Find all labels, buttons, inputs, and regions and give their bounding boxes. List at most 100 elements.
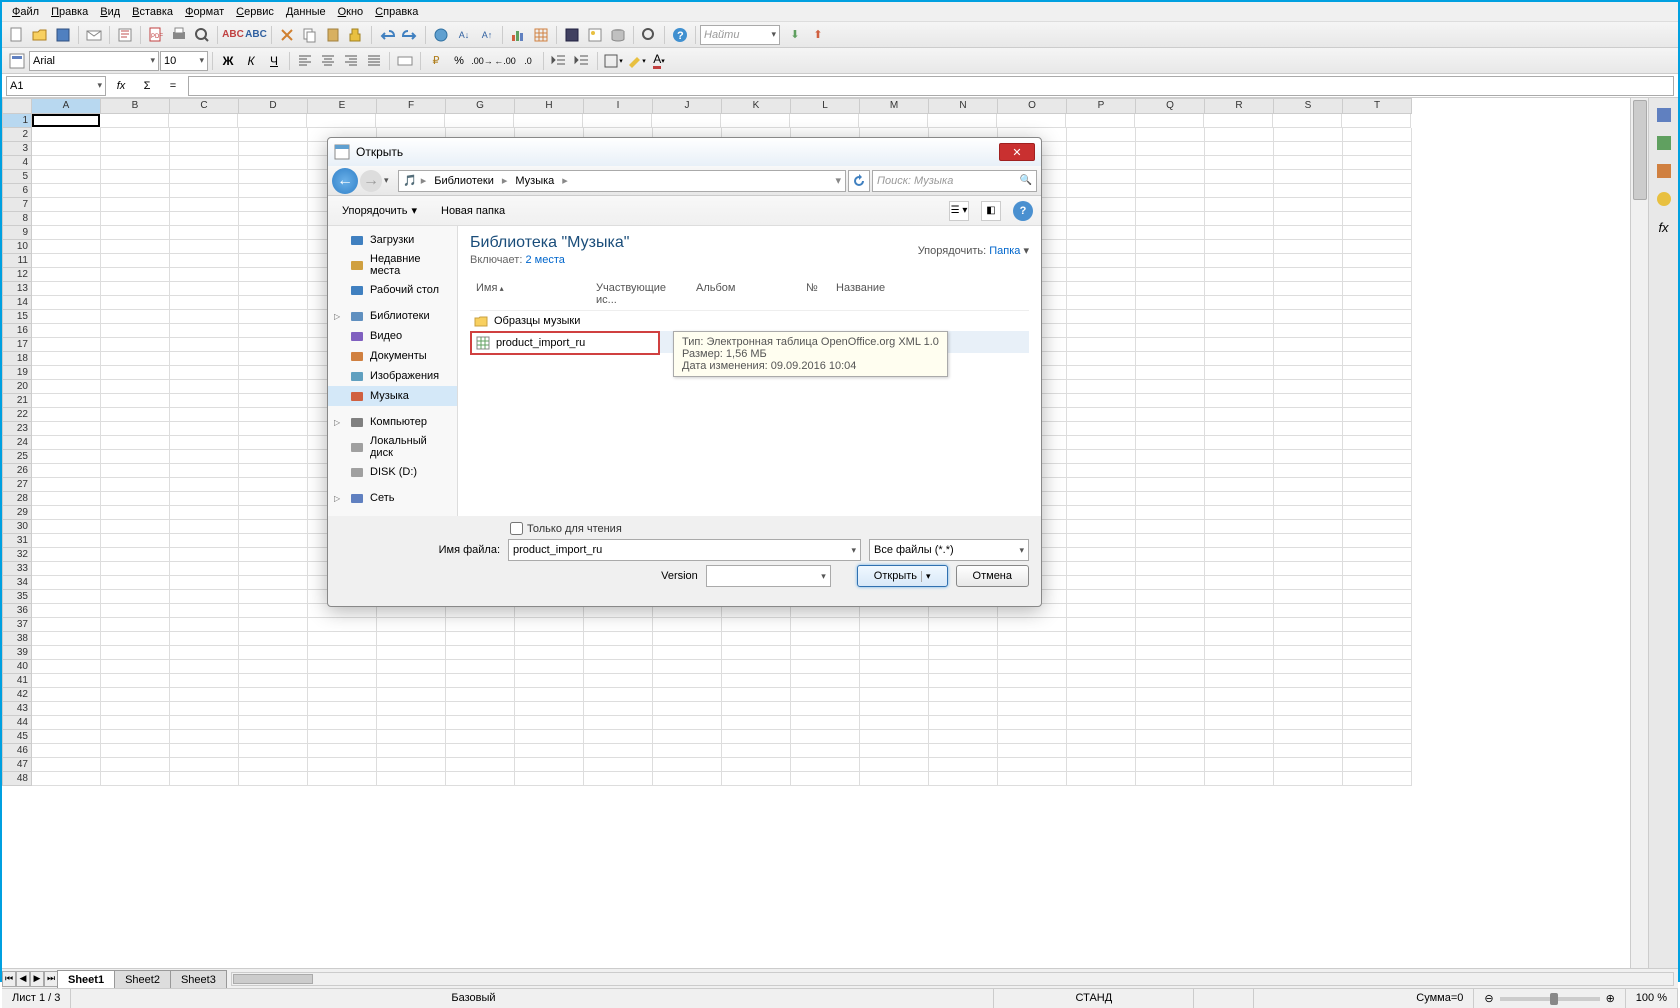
cell[interactable]	[1136, 744, 1205, 758]
cell[interactable]	[101, 590, 170, 604]
cell[interactable]	[32, 268, 101, 282]
cell[interactable]	[170, 688, 239, 702]
cell[interactable]	[584, 688, 653, 702]
cell[interactable]	[1274, 758, 1343, 772]
cell[interactable]	[101, 688, 170, 702]
cell[interactable]	[32, 436, 101, 450]
cell[interactable]	[1067, 240, 1136, 254]
cell[interactable]	[32, 716, 101, 730]
cell[interactable]	[1067, 730, 1136, 744]
cell[interactable]	[1343, 716, 1412, 730]
cell[interactable]	[515, 646, 584, 660]
cell[interactable]	[239, 492, 308, 506]
cell[interactable]	[1274, 632, 1343, 646]
sidebar-item[interactable]: Локальный диск	[328, 432, 457, 462]
cell[interactable]	[101, 212, 170, 226]
cell[interactable]	[101, 422, 170, 436]
menu-insert[interactable]: Вставка	[126, 4, 179, 19]
cell[interactable]	[32, 730, 101, 744]
cell[interactable]	[1343, 366, 1412, 380]
cell[interactable]	[791, 772, 860, 786]
cell[interactable]	[791, 702, 860, 716]
column-header[interactable]: L	[791, 98, 860, 114]
cell[interactable]	[1205, 394, 1274, 408]
cell[interactable]	[101, 660, 170, 674]
cell[interactable]	[170, 506, 239, 520]
sidebar-item[interactable]: DISK (D:)	[328, 462, 457, 482]
cell[interactable]	[1136, 170, 1205, 184]
nav-forward-button[interactable]: →	[360, 170, 382, 192]
cell[interactable]	[32, 142, 101, 156]
cell[interactable]	[1343, 660, 1412, 674]
cell[interactable]	[1067, 380, 1136, 394]
cell[interactable]	[722, 772, 791, 786]
cell[interactable]	[239, 184, 308, 198]
column-header[interactable]: G	[446, 98, 515, 114]
cell[interactable]	[791, 646, 860, 660]
column-header-name[interactable]: Имя	[470, 278, 590, 310]
cell[interactable]	[1067, 394, 1136, 408]
cell[interactable]	[584, 646, 653, 660]
auto-spellcheck-button[interactable]: ABC	[245, 24, 267, 46]
cell[interactable]	[1274, 702, 1343, 716]
cell[interactable]	[32, 674, 101, 688]
cell[interactable]	[722, 618, 791, 632]
cell[interactable]	[239, 366, 308, 380]
includes-link[interactable]: 2 места	[525, 254, 564, 266]
cell[interactable]	[1205, 212, 1274, 226]
cell[interactable]	[1067, 422, 1136, 436]
cell[interactable]	[1205, 478, 1274, 492]
open-button[interactable]: Открыть	[857, 565, 948, 587]
cell[interactable]	[377, 646, 446, 660]
cell[interactable]	[515, 758, 584, 772]
cell[interactable]	[239, 590, 308, 604]
cell[interactable]	[1136, 534, 1205, 548]
cell[interactable]	[170, 380, 239, 394]
cell[interactable]	[584, 660, 653, 674]
cell[interactable]	[1343, 212, 1412, 226]
cell[interactable]	[1136, 296, 1205, 310]
new-doc-button[interactable]	[6, 24, 28, 46]
cell[interactable]	[1274, 618, 1343, 632]
cell[interactable]	[308, 744, 377, 758]
zoom-button[interactable]	[638, 24, 660, 46]
cell[interactable]	[239, 128, 308, 142]
cell[interactable]	[929, 674, 998, 688]
file-filter-select[interactable]: Все файлы (*.*)	[869, 539, 1029, 561]
breadcrumb-item[interactable]: Библиотеки	[430, 173, 498, 189]
cell[interactable]	[1136, 226, 1205, 240]
row-header[interactable]: 23	[2, 422, 32, 436]
cell[interactable]	[1067, 520, 1136, 534]
cell[interactable]	[32, 408, 101, 422]
cell[interactable]	[929, 660, 998, 674]
cell[interactable]	[1067, 590, 1136, 604]
cell[interactable]	[239, 772, 308, 786]
refresh-button[interactable]	[848, 170, 870, 192]
cell[interactable]	[722, 716, 791, 730]
cell[interactable]	[101, 450, 170, 464]
column-header[interactable]: R	[1205, 98, 1274, 114]
formula-input[interactable]	[188, 76, 1674, 96]
cell[interactable]	[101, 604, 170, 618]
column-header[interactable]: K	[722, 98, 791, 114]
cell[interactable]	[101, 142, 170, 156]
cell[interactable]	[1205, 380, 1274, 394]
menu-window[interactable]: Окно	[332, 4, 370, 19]
cell[interactable]	[929, 730, 998, 744]
cell[interactable]	[929, 618, 998, 632]
row-header[interactable]: 28	[2, 492, 32, 506]
cell[interactable]	[170, 464, 239, 478]
row-header[interactable]: 35	[2, 590, 32, 604]
cell[interactable]	[239, 338, 308, 352]
row-header[interactable]: 41	[2, 674, 32, 688]
cell[interactable]	[721, 114, 790, 128]
cell[interactable]	[32, 254, 101, 268]
cell[interactable]	[1205, 156, 1274, 170]
redo-button[interactable]	[399, 24, 421, 46]
standard-format-button[interactable]: .0	[517, 50, 539, 72]
cell[interactable]	[1067, 702, 1136, 716]
cell[interactable]	[32, 352, 101, 366]
row-header[interactable]: 44	[2, 716, 32, 730]
cell[interactable]	[239, 254, 308, 268]
cell[interactable]	[1274, 492, 1343, 506]
